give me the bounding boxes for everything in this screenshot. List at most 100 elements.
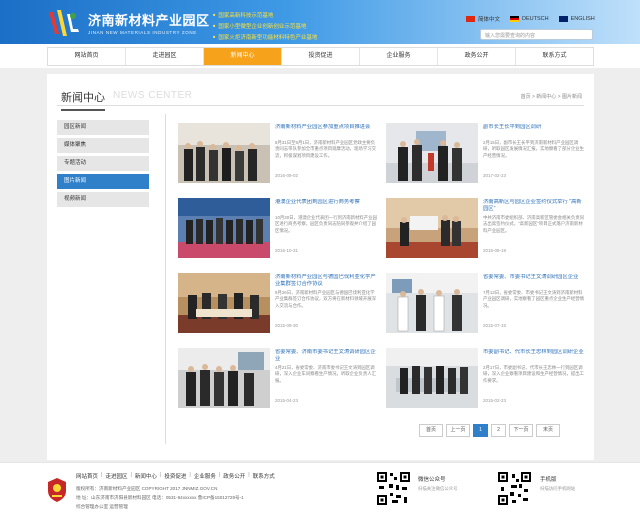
page-button-1[interactable]: 1 — [473, 424, 488, 437]
section-header: 新闻中心 NEWS CENTER 首页 > 新闻中心 > 图片新闻 — [57, 84, 584, 111]
news-title[interactable]: 市委副书记、代市长王忠林到园区调研企业 — [483, 349, 585, 363]
news-text: 副市长王长平到园区调研 2月15日，副市长王长平到济南新材料产业园区调研，听取园… — [483, 124, 585, 178]
government-badge-icon[interactable] — [47, 477, 67, 503]
news-date: 2015-09-30 — [275, 323, 299, 328]
footer-extra-text: 综合管理办公室 运营管理 — [76, 504, 128, 509]
separator: | — [101, 472, 103, 478]
mobile-qr-code — [497, 471, 532, 506]
footer-info: 版权所有：济南新材料产业园区 COPYRIGHT 2017 JNNMIZ.GOV… — [76, 484, 244, 511]
sidebar-item-photo-news[interactable]: 图片新闻 — [57, 174, 149, 189]
sidebar-item-park-news[interactable]: 园区新闻 — [57, 120, 149, 135]
main-nav: 网站首页 走进园区 新闻中心 投资促进 企业服务 政务公开 联系方式 — [47, 47, 594, 66]
last-page-button[interactable]: 末页 — [536, 424, 560, 437]
news-summary: 10月30日，港澳企业代表团一行到济南新材料产业园区进行商务考察，园区负责同志陪… — [275, 215, 377, 233]
page-title-en: NEWS CENTER — [113, 90, 193, 101]
news-title[interactable]: 港澳企业代表团到园区进行商务考察 — [275, 199, 377, 213]
site-logo-text[interactable]: 济南新材料产业园区 JINAN NEW MATERIALS INDUSTRY Z… — [88, 10, 210, 35]
nav-services[interactable]: 企业服务 — [360, 48, 438, 65]
site-header: 济南新材料产业园区 JINAN NEW MATERIALS INDUSTRY Z… — [0, 0, 640, 44]
address-text: 地 址：山东济南市济阳县新材料园区 电话：0531-84xxxxxx 鲁ICP备… — [76, 495, 244, 500]
footer-link-services[interactable]: 企业服务 — [194, 472, 216, 480]
nav-investment[interactable]: 投资促进 — [282, 48, 360, 65]
news-item[interactable]: 省委常委、济南市委书记王文涛调研园区企业 4月21日，省委常委、济南市委书记王文… — [178, 348, 380, 410]
site-subtitle: JINAN NEW MATERIALS INDUSTRY ZONE — [88, 30, 197, 35]
slogan-item: 国家高新科技示范基地 — [213, 10, 317, 21]
lang-label: 简体中文 — [478, 17, 501, 23]
news-item[interactable]: 济南高新区与园区企业签约仪式举行 "高新园区" 中共济南市委组织部、济南高新区管… — [386, 198, 588, 260]
news-photo[interactable] — [386, 348, 478, 408]
news-item[interactable]: 市委副书记、代市长王忠林到园区调研企业 2月17日，市委副书记、代市长王忠林一行… — [386, 348, 588, 410]
wechat-qr-caption: 扫描关注微信公众号 — [418, 486, 458, 491]
page-button-2[interactable]: 2 — [491, 424, 506, 437]
china-flag-icon — [466, 16, 475, 22]
news-summary: 2月17日，市委副书记、代市长王忠林一行到园区调研，深入企业察看项目建设和生产经… — [483, 365, 584, 383]
nav-home[interactable]: 网站首页 — [48, 48, 126, 65]
next-page-button[interactable]: 下一页 — [509, 424, 533, 437]
news-photo[interactable] — [178, 273, 270, 333]
news-item[interactable]: 省委常委、市委书记王文涛调研园区企业 7月13日，省委常委、市委书记王文涛到济南… — [386, 273, 588, 335]
nav-news[interactable]: 新闻中心 — [204, 48, 282, 65]
news-title[interactable]: 济南高新区与园区企业签约仪式举行 "高新园区" — [483, 199, 585, 213]
news-item[interactable]: 港澳企业代表团到园区进行商务考察 10月30日，港澳企业代表团一行到济南新材料产… — [178, 198, 380, 260]
nav-government[interactable]: 政务公开 — [438, 48, 516, 65]
news-photo[interactable] — [178, 123, 270, 183]
news-photo[interactable] — [386, 273, 478, 333]
footer-link-home[interactable]: 网站首页 — [76, 472, 98, 480]
news-title[interactable]: 省委常委、济南市委书记王文涛调研园区企业 — [275, 349, 377, 363]
footer-link-about[interactable]: 走进园区 — [105, 472, 127, 480]
prev-page-button[interactable]: 上一页 — [446, 424, 470, 437]
lang-chinese[interactable]: 简体中文 — [466, 15, 500, 23]
lang-english[interactable]: ENGLISH — [558, 15, 595, 23]
news-summary: 2月15日，副市长王长平到济南新材料产业园区调研，听取园区发展情况汇报，实地察看… — [483, 140, 584, 158]
wechat-qr-label: 微信公众号 — [418, 477, 446, 483]
copyright-text: 版权所有：济南新材料产业园区 COPYRIGHT 2017 JNNMIZ.GOV… — [76, 486, 218, 491]
news-title[interactable]: 济南新材料产业园区参加重点项目推进会 — [275, 124, 377, 138]
sidebar-item-events[interactable]: 专题活动 — [57, 156, 149, 171]
content-panel: 新闻中心 NEWS CENTER 首页 > 新闻中心 > 图片新闻 园区新闻 媒… — [47, 74, 594, 460]
news-photo[interactable] — [386, 123, 478, 183]
news-text: 济南新材料产业园区与德国巴伐利亚化学产业集群签订合作协议 9月26日，济南新材料… — [275, 274, 377, 328]
lang-label: DEUTSCH — [522, 16, 549, 22]
news-title[interactable]: 副市长王长平到园区调研 — [483, 124, 585, 138]
news-text: 济南新材料产业园区参加重点项目推进会 8月31日至9月1日，济南新材料产业园区党… — [275, 124, 377, 178]
footer-link-investment[interactable]: 投资促进 — [164, 472, 186, 480]
germany-flag-icon — [510, 16, 520, 22]
news-date: 2017-02-23 — [483, 173, 507, 178]
slogan-item: 国家小型微型企业创新创业示范基地 — [213, 21, 317, 32]
lang-german[interactable]: DEUTSCH — [510, 15, 549, 23]
news-date: 2015-04-23 — [275, 398, 299, 403]
news-item[interactable]: 济南新材料产业园区参加重点项目推进会 8月31日至9月1日，济南新材料产业园区党… — [178, 123, 380, 185]
nav-contact[interactable]: 联系方式 — [516, 48, 593, 65]
park-logo-icon[interactable] — [47, 8, 81, 38]
nav-about[interactable]: 走进园区 — [126, 48, 204, 65]
news-date: 2015-07-15 — [483, 323, 507, 328]
news-photo[interactable] — [386, 198, 478, 258]
search-input[interactable]: 输入您需要查询的内容 — [480, 29, 593, 40]
news-photo[interactable] — [178, 348, 270, 408]
news-item[interactable]: 济南新材料产业园区与德国巴伐利亚化学产业集群签订合作协议 9月26日，济南新材料… — [178, 273, 380, 335]
news-text: 省委常委、市委书记王文涛调研园区企业 7月13日，省委常委、市委书记王文涛到济南… — [483, 274, 585, 328]
news-item[interactable]: 副市长王长平到园区调研 2月15日，副市长王长平到济南新材料产业园区调研，听取园… — [386, 123, 588, 185]
sidebar-item-video-news[interactable]: 视频新闻 — [57, 192, 149, 207]
divider — [165, 114, 166, 444]
footer-links: 网站首页 | 走进园区 | 新闻中心 | 投资促进 | 企业服务 | 政务公开 | 联系方式 — [76, 472, 275, 480]
slogan-item: 国家火炬济南新型功能材料特色产业基地 — [213, 32, 317, 43]
news-text: 市委副书记、代市长王忠林到园区调研企业 2月17日，市委副书记、代市长王忠林一行… — [483, 349, 585, 403]
breadcrumb[interactable]: 首页 > 新闻中心 > 图片新闻 — [521, 93, 582, 100]
first-page-button[interactable]: 首页 — [419, 424, 443, 437]
separator: | — [218, 472, 221, 478]
wechat-qr-code — [376, 471, 411, 506]
pagination: 首页 上一页 1 2 下一页 末页 — [419, 424, 560, 437]
page-title: 新闻中心 — [61, 89, 105, 111]
news-summary: 4月21日，省委常委、济南市委书记王文涛到园区调研，深入企业车间察看生产情况，听… — [275, 365, 376, 383]
news-title[interactable]: 省委常委、市委书记王文涛调研园区企业 — [483, 274, 585, 288]
separator: | — [189, 472, 191, 478]
news-title[interactable]: 济南新材料产业园区与德国巴伐利亚化学产业集群签订合作协议 — [275, 274, 377, 288]
footer-link-contact[interactable]: 联系方式 — [253, 472, 275, 480]
news-text: 港澳企业代表团到园区进行商务考察 10月30日，港澳企业代表团一行到济南新材料产… — [275, 199, 377, 253]
footer-link-news[interactable]: 新闻中心 — [135, 472, 157, 480]
news-date: 2015-02-23 — [483, 398, 507, 403]
footer-link-government[interactable]: 政务公开 — [223, 472, 245, 480]
sidebar-item-media[interactable]: 媒体聚焦 — [57, 138, 149, 153]
news-photo[interactable] — [178, 198, 270, 258]
